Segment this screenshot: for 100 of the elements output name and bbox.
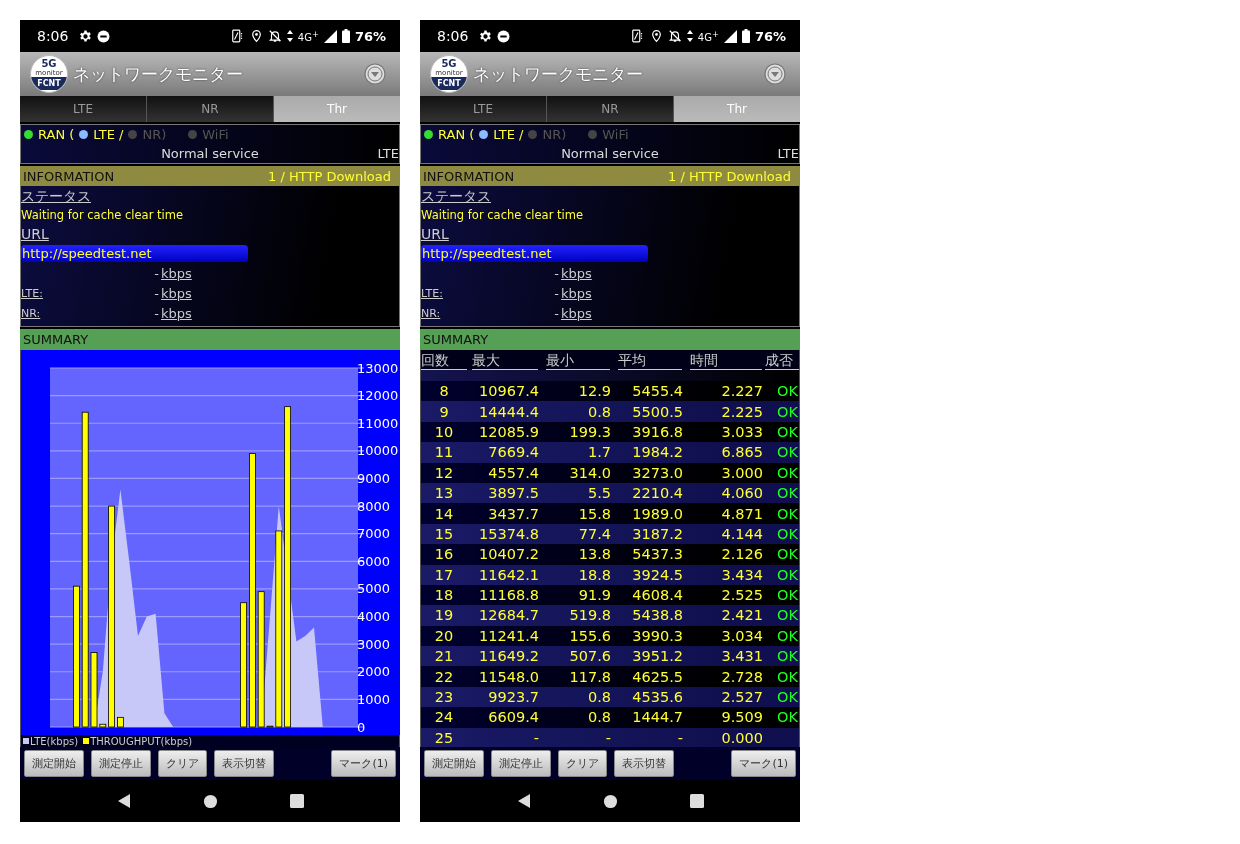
tab[interactable]: LTE	[20, 96, 147, 122]
table-cell-text: OK	[776, 444, 799, 461]
table-cell-text: 11548.0	[478, 668, 540, 685]
table-cell-text: 9923.7	[487, 689, 540, 706]
home-icon[interactable]	[603, 793, 619, 809]
table-cell-text: OK	[776, 607, 799, 624]
battery-icon	[341, 29, 350, 43]
signal-icon	[723, 29, 737, 43]
table-cell-text: OK	[776, 423, 799, 440]
location-icon	[249, 29, 263, 43]
rate-unit: kbps	[561, 284, 592, 303]
rate-value: -	[153, 265, 159, 281]
table-cell-text: 3951.2	[631, 648, 684, 665]
table-cell-text: 10967.4	[478, 383, 540, 400]
table-cell-text: OK	[776, 403, 799, 420]
axis-label: 1000	[357, 691, 391, 707]
table-cell-text: 4608.4	[631, 587, 684, 604]
dropdown-icon[interactable]	[364, 63, 386, 85]
service-state: Normal service	[161, 146, 259, 161]
axis-label: 9000	[357, 470, 391, 486]
status-label: RAN (	[38, 127, 75, 142]
section-title: SUMMARY	[423, 332, 489, 347]
table-cell-text: 2.421	[720, 607, 764, 624]
table-cell-text: 4535.6	[631, 689, 684, 706]
table-cell-text: 12	[433, 464, 455, 481]
table-cell-text: 3.033	[720, 423, 764, 440]
action-button[interactable]: 測定開始	[24, 750, 84, 777]
rate-unit: kbps	[161, 284, 192, 303]
phone-vibrate-icon	[630, 29, 645, 43]
clock: 8:06	[437, 28, 469, 44]
action-button[interactable]: 表示切替	[214, 750, 274, 777]
axis-label: 12000	[357, 388, 399, 404]
settings-icon	[79, 29, 93, 43]
table-cell-text: 2.728	[720, 668, 764, 685]
rate-value: -	[153, 285, 159, 301]
rate-unit: kbps	[561, 264, 592, 283]
tab[interactable]: NR	[147, 96, 274, 122]
table-cell-text: 21	[433, 648, 455, 665]
table-cell-text: OK	[776, 485, 799, 502]
table-cell-text: 13	[433, 485, 455, 502]
table-cell-text: 3.434	[720, 566, 764, 583]
action-button[interactable]: マーク(1)	[731, 750, 796, 777]
dropdown-icon[interactable]	[764, 63, 786, 85]
legend-swatch	[83, 738, 90, 744]
table-cell-text: -	[604, 729, 612, 746]
table-cell-text: 5437.3	[631, 546, 684, 563]
table-cell-text: 18.8	[577, 566, 612, 583]
recents-icon[interactable]	[690, 794, 705, 808]
data-arrows-icon	[686, 30, 693, 42]
recents-icon[interactable]	[290, 794, 305, 808]
bar	[117, 716, 124, 728]
table-cell-text: 23	[433, 689, 455, 706]
axis-label: 13000	[357, 360, 399, 376]
rate-value: -	[553, 265, 559, 281]
radio-type: LTE	[776, 146, 799, 161]
table-cell-text: 1984.2	[631, 444, 684, 461]
table-cell-text: OK	[776, 546, 799, 563]
table-cell-text: 3.000	[720, 464, 764, 481]
table-cell-text: 7669.4	[487, 444, 540, 461]
tab[interactable]: NR	[547, 96, 674, 122]
rate-value: -	[553, 285, 559, 301]
table-cell-text: 4.060	[720, 485, 764, 502]
table-cell-text: OK	[776, 689, 799, 706]
status-label: WiFi	[602, 127, 629, 142]
url-field: http://speedtest.net	[21, 245, 248, 262]
action-button[interactable]: 測定停止	[91, 750, 151, 777]
table-cell-text: 117.8	[568, 668, 612, 685]
action-button[interactable]: クリア	[158, 750, 207, 777]
table-cell-text: 4625.5	[631, 668, 684, 685]
table-cell-text: -	[532, 729, 540, 746]
table-cell-text: 16	[433, 546, 455, 563]
rate-label: NR:	[21, 305, 41, 322]
field-label: ステータス	[21, 187, 91, 206]
tab[interactable]: LTE	[420, 96, 547, 122]
phone-vibrate-icon	[230, 29, 245, 43]
table-cell-text: 77.4	[577, 525, 612, 542]
action-button[interactable]: 測定停止	[491, 750, 551, 777]
field-label: URL	[21, 225, 49, 244]
field-label: URL	[421, 225, 449, 244]
table-cell-text: 3916.8	[631, 423, 684, 440]
action-button[interactable]: 表示切替	[614, 750, 674, 777]
action-button[interactable]: クリア	[558, 750, 607, 777]
table-cell-text: 0.8	[586, 709, 612, 726]
legend-label: LTE(kbps)	[30, 735, 79, 747]
action-button[interactable]: 測定開始	[424, 750, 484, 777]
home-icon[interactable]	[203, 793, 219, 809]
table-cell-text: 4.144	[720, 525, 764, 542]
action-button[interactable]: マーク(1)	[331, 750, 396, 777]
table-cell-text: 3924.5	[631, 566, 684, 583]
table-cell-text: 199.3	[568, 423, 612, 440]
table-cell-text: 3.431	[720, 648, 764, 665]
table-cell-text: 155.6	[568, 627, 612, 644]
table-cell-text: 12684.7	[478, 607, 540, 624]
axis-label: 7000	[357, 526, 391, 542]
status-label: NR)	[542, 127, 567, 142]
rate-label: LTE:	[421, 285, 443, 302]
table-cell-text: 2.527	[720, 689, 764, 706]
app-title: ネットワークモニター	[73, 62, 244, 86]
table-cell-text: 3187.2	[631, 525, 684, 542]
table-cell-text: OK	[776, 464, 799, 481]
